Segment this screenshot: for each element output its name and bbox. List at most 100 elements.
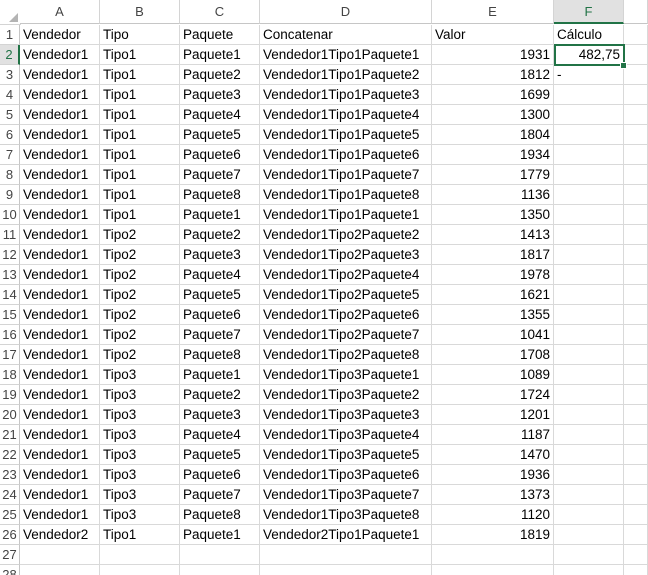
cell-f9[interactable]: [554, 185, 624, 205]
cell-f18[interactable]: [554, 365, 624, 385]
cell-g25[interactable]: [624, 505, 648, 525]
cell-g11[interactable]: [624, 225, 648, 245]
cell-e5[interactable]: 1300: [432, 105, 554, 125]
cell-a18[interactable]: Vendedor1: [20, 365, 100, 385]
row-header-3[interactable]: 3: [0, 65, 20, 85]
cell-d17[interactable]: Vendedor1Tipo2Paquete8: [260, 345, 432, 365]
cell-g19[interactable]: [624, 385, 648, 405]
cell-d5[interactable]: Vendedor1Tipo1Paquete4: [260, 105, 432, 125]
row-header-27[interactable]: 27: [0, 545, 20, 565]
cell-d12[interactable]: Vendedor1Tipo2Paquete3: [260, 245, 432, 265]
cell-g18[interactable]: [624, 365, 648, 385]
cell-g14[interactable]: [624, 285, 648, 305]
row-header-6[interactable]: 6: [0, 125, 20, 145]
fill-handle[interactable]: [620, 62, 627, 69]
cell-b2[interactable]: Tipo1: [100, 45, 180, 65]
cell-f24[interactable]: [554, 485, 624, 505]
cell-d16[interactable]: Vendedor1Tipo2Paquete7: [260, 325, 432, 345]
cell-a28[interactable]: [20, 565, 100, 575]
row-header-1[interactable]: 1: [0, 25, 20, 45]
cell-g16[interactable]: [624, 325, 648, 345]
row-header-21[interactable]: 21: [0, 425, 20, 445]
select-all-button[interactable]: [0, 0, 21, 25]
cell-b8[interactable]: Tipo1: [100, 165, 180, 185]
cell-d19[interactable]: Vendedor1Tipo3Paquete2: [260, 385, 432, 405]
cell-e16[interactable]: 1041: [432, 325, 554, 345]
cell-e10[interactable]: 1350: [432, 205, 554, 225]
cell-f4[interactable]: [554, 85, 624, 105]
cell-g6[interactable]: [624, 125, 648, 145]
cell-d13[interactable]: Vendedor1Tipo2Paquete4: [260, 265, 432, 285]
cell-f8[interactable]: [554, 165, 624, 185]
cell-d26[interactable]: Vendedor2Tipo1Paquete1: [260, 525, 432, 545]
cell-g4[interactable]: [624, 85, 648, 105]
cell-d6[interactable]: Vendedor1Tipo1Paquete5: [260, 125, 432, 145]
cell-g12[interactable]: [624, 245, 648, 265]
row-header-8[interactable]: 8: [0, 165, 20, 185]
cell-g22[interactable]: [624, 445, 648, 465]
cell-g27[interactable]: [624, 545, 648, 565]
row-header-9[interactable]: 9: [0, 185, 20, 205]
cell-e17[interactable]: 1708: [432, 345, 554, 365]
cell-b10[interactable]: Tipo1: [100, 205, 180, 225]
column-header-a[interactable]: A: [20, 0, 100, 24]
cell-e25[interactable]: 1120: [432, 505, 554, 525]
cell-c10[interactable]: Paquete1: [180, 205, 260, 225]
cell-f25[interactable]: [554, 505, 624, 525]
cell-e14[interactable]: 1621: [432, 285, 554, 305]
cell-f11[interactable]: [554, 225, 624, 245]
cell-g24[interactable]: [624, 485, 648, 505]
column-header-g[interactable]: [624, 0, 648, 24]
cell-e12[interactable]: 1817: [432, 245, 554, 265]
cell-b14[interactable]: Tipo2: [100, 285, 180, 305]
cell-e8[interactable]: 1779: [432, 165, 554, 185]
cell-c17[interactable]: Paquete8: [180, 345, 260, 365]
cell-c9[interactable]: Paquete8: [180, 185, 260, 205]
cell-g21[interactable]: [624, 425, 648, 445]
cell-c14[interactable]: Paquete5: [180, 285, 260, 305]
cell-f22[interactable]: [554, 445, 624, 465]
cell-a11[interactable]: Vendedor1: [20, 225, 100, 245]
cell-g5[interactable]: [624, 105, 648, 125]
cell-d8[interactable]: Vendedor1Tipo1Paquete7: [260, 165, 432, 185]
column-header-d[interactable]: D: [260, 0, 432, 24]
cell-a6[interactable]: Vendedor1: [20, 125, 100, 145]
cell-c18[interactable]: Paquete1: [180, 365, 260, 385]
cell-d1[interactable]: Concatenar: [260, 25, 432, 45]
cell-e13[interactable]: 1978: [432, 265, 554, 285]
cell-c20[interactable]: Paquete3: [180, 405, 260, 425]
cell-c5[interactable]: Paquete4: [180, 105, 260, 125]
row-header-17[interactable]: 17: [0, 345, 20, 365]
row-header-19[interactable]: 19: [0, 385, 20, 405]
cell-f13[interactable]: [554, 265, 624, 285]
cell-a5[interactable]: Vendedor1: [20, 105, 100, 125]
cell-a1[interactable]: Vendedor: [20, 25, 100, 45]
cell-b13[interactable]: Tipo2: [100, 265, 180, 285]
cell-a3[interactable]: Vendedor1: [20, 65, 100, 85]
row-header-25[interactable]: 25: [0, 505, 20, 525]
row-header-14[interactable]: 14: [0, 285, 20, 305]
cell-a24[interactable]: Vendedor1: [20, 485, 100, 505]
cell-f5[interactable]: [554, 105, 624, 125]
spreadsheet-grid[interactable]: ABCDEF 1 2 3 4 5 6 7 8 9 10 11 12 13 14 15 16 17 18 19 20 21…: [0, 0, 648, 575]
cell-a22[interactable]: Vendedor1: [20, 445, 100, 465]
cell-b22[interactable]: Tipo3: [100, 445, 180, 465]
cell-d2[interactable]: Vendedor1Tipo1Paquete1: [260, 45, 432, 65]
cell-f10[interactable]: [554, 205, 624, 225]
cell-e9[interactable]: 1136: [432, 185, 554, 205]
cell-g20[interactable]: [624, 405, 648, 425]
cell-a10[interactable]: Vendedor1: [20, 205, 100, 225]
cell-b6[interactable]: Tipo1: [100, 125, 180, 145]
cell-f12[interactable]: [554, 245, 624, 265]
cell-f6[interactable]: [554, 125, 624, 145]
cell-e3[interactable]: 1812: [432, 65, 554, 85]
cell-a25[interactable]: Vendedor1: [20, 505, 100, 525]
cell-e28[interactable]: [432, 565, 554, 575]
cell-b18[interactable]: Tipo3: [100, 365, 180, 385]
cell-c25[interactable]: Paquete8: [180, 505, 260, 525]
cell-b20[interactable]: Tipo3: [100, 405, 180, 425]
cell-c22[interactable]: Paquete5: [180, 445, 260, 465]
row-header-18[interactable]: 18: [0, 365, 20, 385]
cell-f2[interactable]: 482,75: [554, 45, 624, 65]
cell-d22[interactable]: Vendedor1Tipo3Paquete5: [260, 445, 432, 465]
